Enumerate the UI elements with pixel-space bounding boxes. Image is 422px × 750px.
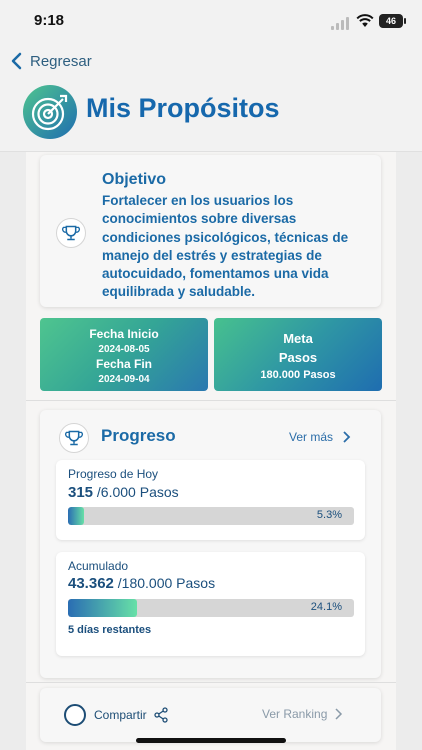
status-bar: 9:18 46 xyxy=(0,10,422,34)
fecha-inicio-label: Fecha Inicio xyxy=(89,327,159,341)
objetivo-description: Fortalecer en los usuarios los conocimie… xyxy=(102,193,349,300)
top-bar: 9:18 46 Regresar Mis Propósitos xyxy=(0,0,422,152)
acumulado-target: /180.000 Pasos xyxy=(117,575,216,591)
home-indicator xyxy=(136,738,286,743)
meta-unit: Pasos xyxy=(278,350,318,365)
trophy-icon xyxy=(59,423,89,453)
chevron-right-icon xyxy=(343,431,351,443)
progreso-hoy-target: /6.000 Pasos xyxy=(96,484,179,500)
acumulado-current: 43.362 xyxy=(68,575,114,592)
progreso-hoy-label: Progreso de Hoy xyxy=(68,467,159,481)
cellular-signal-icon xyxy=(331,16,353,30)
chevron-left-icon xyxy=(11,52,22,70)
wifi-icon xyxy=(356,14,374,27)
divider xyxy=(26,400,396,401)
share-icon xyxy=(154,707,168,723)
acumulado-percent: 24.1% xyxy=(310,601,342,613)
progreso-hoy-bar: 5.3% xyxy=(68,507,354,525)
progreso-hoy-bar-fill xyxy=(68,507,84,525)
meta-value: 180.000 Pasos xyxy=(260,369,336,381)
ver-mas-label: Ver más xyxy=(289,430,334,444)
fecha-fin-value: 2024-09-04 xyxy=(98,374,150,385)
progreso-hoy-panel: Progreso de Hoy 315 /6.000 Pasos 5.3% xyxy=(56,460,365,540)
fechas-box: Fecha Inicio 2024-08-05 Fecha Fin 2024-0… xyxy=(40,318,208,391)
battery-icon: 46 xyxy=(379,14,406,28)
progreso-title: Progreso xyxy=(101,426,176,445)
acumulado-bar: 24.1% xyxy=(68,599,354,617)
share-label: Compartir xyxy=(94,708,147,722)
progreso-hoy-current: 315 xyxy=(68,484,94,501)
progreso-hoy-value: 315 /6.000 Pasos xyxy=(68,484,179,501)
ver-ranking-link[interactable]: Ver Ranking xyxy=(262,707,344,721)
back-button[interactable]: Regresar xyxy=(10,50,92,72)
ver-mas-link[interactable]: Ver más xyxy=(289,430,353,444)
target-logo-icon xyxy=(23,85,77,139)
meta-label: Meta xyxy=(283,331,313,346)
share-radio-icon[interactable] xyxy=(64,704,86,726)
progreso-hoy-percent: 5.3% xyxy=(316,509,342,521)
acumulado-panel: Acumulado 43.362 /180.000 Pasos 24.1% 5 … xyxy=(56,552,365,656)
acumulado-bar-fill xyxy=(68,599,137,617)
acumulado-label: Acumulado xyxy=(68,559,129,573)
status-time: 9:18 xyxy=(34,12,65,29)
trophy-icon xyxy=(56,218,86,248)
page-title: Mis Propósitos xyxy=(86,93,280,123)
chevron-right-icon xyxy=(335,708,343,720)
share-button[interactable]: Compartir xyxy=(94,707,169,723)
objetivo-title: Objetivo xyxy=(102,171,167,188)
ver-ranking-label: Ver Ranking xyxy=(262,707,328,721)
acumulado-value: 43.362 /180.000 Pasos xyxy=(68,575,215,592)
fecha-fin-label: Fecha Fin xyxy=(95,357,152,371)
meta-box: Meta Pasos 180.000 Pasos xyxy=(214,318,382,391)
divider xyxy=(26,682,396,683)
fecha-inicio-value: 2024-08-05 xyxy=(98,344,150,355)
back-label: Regresar xyxy=(30,52,92,70)
dias-restantes: 5 días restantes xyxy=(68,624,152,636)
